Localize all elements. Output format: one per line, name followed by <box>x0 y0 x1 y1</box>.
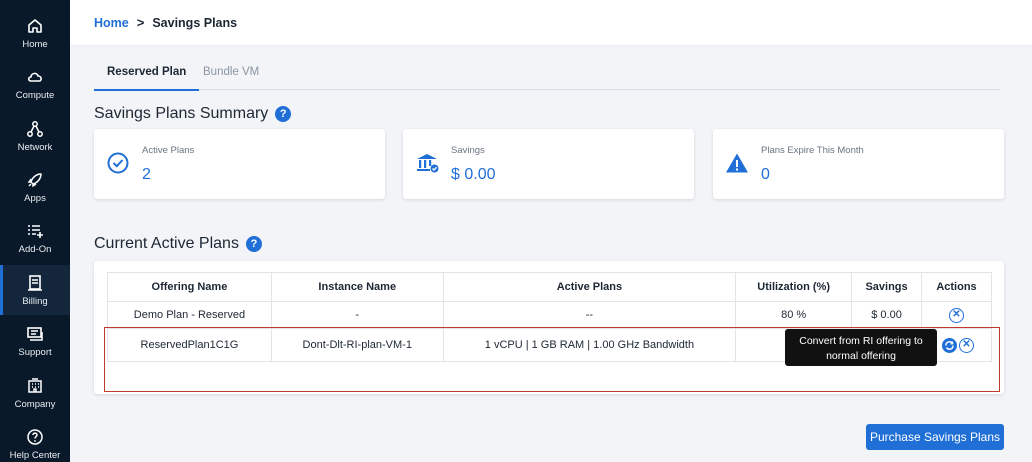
receipt-icon <box>28 274 42 291</box>
breadcrumb: Home > Savings Plans <box>94 15 237 30</box>
card-value: 2 <box>142 166 151 183</box>
building-icon <box>28 377 42 393</box>
sidebar-item-label: Apps <box>24 192 46 204</box>
sidebar-item-label: Help Center <box>9 449 61 461</box>
sidebar-item-support[interactable]: Support <box>0 316 70 366</box>
column-header: Active Plans <box>442 272 737 302</box>
cell-active-plans: -- <box>442 301 737 329</box>
summary-title-text: Savings Plans Summary <box>94 105 269 122</box>
active-plans-card: Active Plans 2 <box>94 129 385 199</box>
breadcrumb-current: Savings Plans <box>152 15 238 30</box>
sidebar-item-compute[interactable]: Compute <box>0 59 70 109</box>
column-header: Utilization (%) <box>735 272 853 302</box>
table-header-row: Offering Name Instance Name Active Plans… <box>107 272 992 302</box>
card-value: $ 0.00 <box>451 166 496 183</box>
current-plans-help-icon[interactable]: ? <box>245 236 262 252</box>
purchase-savings-plans-button[interactable]: Purchase Savings Plans <box>866 424 1004 450</box>
cell-actions: ✕ <box>921 301 992 329</box>
sidebar-item-label: Home <box>22 38 48 50</box>
plan-tabs: Reserved Plan Bundle VM <box>93 60 1000 91</box>
sidebar-item-label: Add-On <box>18 243 52 255</box>
warning-icon <box>726 153 748 173</box>
support-chat-icon <box>27 326 43 341</box>
cell-savings: $ 0.00 <box>851 301 923 329</box>
column-header: Instance Name <box>270 272 444 302</box>
card-label: Plans Expire This Month <box>761 145 864 156</box>
breadcrumb-home-link[interactable]: Home <box>94 16 129 30</box>
cell-instance-name: Dont-Dlt-RI-plan-VM-1 <box>270 328 444 362</box>
help-circle-icon <box>27 428 43 445</box>
home-icon <box>28 18 42 33</box>
breadcrumb-separator: > <box>136 15 145 30</box>
cancel-plan-icon[interactable]: ✕ <box>949 307 964 323</box>
cancel-plan-icon[interactable]: ✕ <box>959 337 974 353</box>
sidebar-item-company[interactable]: Company <box>0 368 70 418</box>
convert-offering-icon[interactable] <box>942 337 957 353</box>
column-header: Actions <box>921 272 992 302</box>
sidebar-item-apps[interactable]: Apps <box>0 162 70 212</box>
tooltip-line: normal offering <box>826 350 896 362</box>
cloud-icon <box>27 72 42 82</box>
check-circle-icon <box>107 152 129 174</box>
card-label: Savings <box>451 145 485 156</box>
sidebar-item-label: Company <box>14 398 56 410</box>
sidebar-item-billing[interactable]: Billing <box>0 265 70 315</box>
current-plans-title: Current Active Plans ? <box>94 235 262 253</box>
cell-instance-name: - <box>270 301 444 329</box>
cell-utilization: 80 % <box>735 301 853 329</box>
savings-card: Savings $ 0.00 <box>403 129 694 199</box>
sidebar-item-network[interactable]: Network <box>0 111 70 161</box>
top-header: Home > Savings Plans <box>70 0 1032 46</box>
cell-active-plans: 1 vCPU | 1 GB RAM | 1.00 GHz Bandwidth <box>442 328 737 362</box>
bank-icon <box>417 154 439 173</box>
sidebar-item-home[interactable]: Home <box>0 8 70 58</box>
current-plans-panel: Offering Name Instance Name Active Plans… <box>94 261 1004 394</box>
rocket-icon <box>27 172 42 187</box>
card-value: 0 <box>761 166 770 183</box>
convert-tooltip: Convert from RI offering to normal offer… <box>785 329 937 366</box>
sidebar-item-label: Support <box>18 346 52 358</box>
tooltip-line: Convert from RI offering to <box>799 335 923 347</box>
column-header: Savings <box>851 272 923 302</box>
cell-offering-name: ReservedPlan1C1G <box>107 328 272 362</box>
card-label: Active Plans <box>142 145 195 156</box>
sidebar: Home Compute Network Apps Add-On Billing… <box>0 0 70 462</box>
summary-help-icon[interactable]: ? <box>275 106 292 122</box>
tab-reserved-plan[interactable]: Reserved Plan <box>93 66 200 91</box>
tab-bundle-vm[interactable]: Bundle VM <box>203 66 259 90</box>
refresh-icon <box>945 340 954 350</box>
plans-expire-card: Plans Expire This Month 0 <box>713 129 1004 199</box>
sidebar-item-label: Billing <box>22 295 48 307</box>
summary-title: Savings Plans Summary ? <box>94 105 292 123</box>
sidebar-item-label: Compute <box>15 89 55 101</box>
sidebar-item-label: Network <box>17 141 53 153</box>
cell-offering-name: Demo Plan - Reserved <box>107 301 272 329</box>
table-row: Demo Plan - Reserved - -- 80 % $ 0.00 ✕ <box>107 301 992 329</box>
sidebar-item-add-on[interactable]: Add-On <box>0 213 70 263</box>
column-header: Offering Name <box>107 272 272 302</box>
sidebar-item-help-center[interactable]: Help Center <box>0 419 70 462</box>
add-list-icon <box>28 224 43 238</box>
network-icon <box>27 120 43 137</box>
current-plans-title-text: Current Active Plans <box>94 235 239 252</box>
